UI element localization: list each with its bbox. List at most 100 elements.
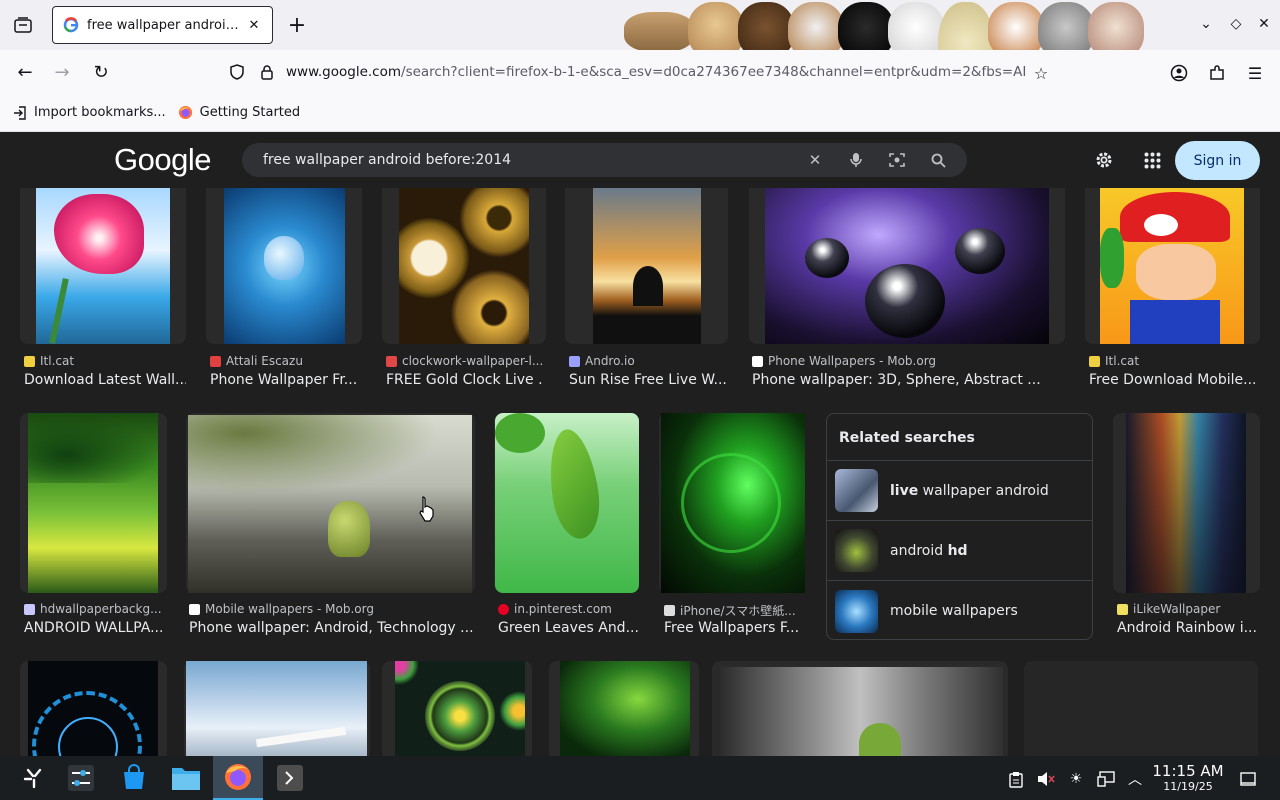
apps-grid-icon[interactable] [1140, 148, 1164, 172]
firefox-taskbar-icon[interactable] [213, 756, 263, 800]
file-manager-icon[interactable] [166, 760, 206, 796]
tab-list-icon[interactable] [8, 10, 38, 40]
app-launcher-icon[interactable] [14, 760, 54, 796]
site-favicon-icon [664, 605, 675, 616]
terminal-icon[interactable] [270, 760, 310, 796]
software-store-icon[interactable] [114, 760, 154, 796]
result-title[interactable]: Free Download Mobile... [1089, 372, 1259, 388]
site-favicon-icon [386, 355, 397, 367]
result-title[interactable]: Phone Wallpaper Fr... [210, 372, 360, 388]
result-image[interactable] [1100, 188, 1244, 344]
system-settings-icon[interactable] [61, 760, 101, 796]
forward-icon[interactable]: → [48, 58, 76, 86]
result-source[interactable]: Phone Wallpapers - Mob.org [752, 354, 1062, 368]
result-source[interactable]: Itl.cat [1089, 354, 1259, 368]
search-box[interactable]: free wallpaper android before:2014 ✕ [242, 143, 967, 177]
reload-icon[interactable]: ↻ [87, 58, 115, 86]
result-source[interactable]: Itl.cat [24, 354, 184, 368]
taskbar: ☀ ︿ 11:15 AM 11/19/25 [0, 756, 1280, 800]
search-icon[interactable] [926, 148, 950, 172]
result-image[interactable] [28, 661, 158, 756]
result-title[interactable]: Phone wallpaper: Android, Technology ... [189, 620, 479, 636]
result-title[interactable]: Android Rainbow i... [1117, 620, 1260, 636]
bookmark-star-icon[interactable]: ☆ [1028, 60, 1054, 86]
bookmark-import[interactable]: Import bookmarks... [12, 105, 166, 121]
show-desktop-icon[interactable] [1238, 769, 1258, 789]
site-favicon-icon [569, 355, 580, 367]
clock[interactable]: 11:15 AM 11/19/25 [1150, 762, 1226, 793]
chevron-up-icon[interactable]: ︿ [1125, 769, 1145, 789]
minimize-icon[interactable]: ⌄ [1196, 14, 1216, 34]
result-title[interactable]: FREE Gold Clock Live ... [386, 372, 544, 388]
result-source[interactable]: iLikeWallpaper [1117, 602, 1267, 616]
tab-strip: free wallpaper android before:2014 ✕ + ⌄… [0, 0, 1280, 92]
result-source[interactable]: hdwallpaperbackg... [24, 602, 174, 616]
result-image[interactable] [593, 188, 701, 344]
network-icon[interactable] [1096, 769, 1116, 789]
new-tab-icon[interactable]: + [284, 12, 310, 38]
result-image[interactable] [224, 188, 345, 344]
site-favicon-icon [1117, 603, 1128, 615]
maximize-icon[interactable]: ◇ [1226, 14, 1246, 34]
related-search-item[interactable]: live wallpaper android [827, 461, 1092, 521]
site-favicon-icon [1089, 355, 1100, 367]
close-window-icon[interactable]: ✕ [1254, 14, 1274, 34]
lens-camera-icon[interactable] [885, 148, 909, 172]
import-icon [12, 105, 28, 121]
search-input[interactable]: free wallpaper android before:2014 [263, 152, 803, 168]
brightness-icon[interactable]: ☀ [1066, 769, 1086, 789]
lock-icon[interactable] [256, 61, 278, 83]
clear-search-icon[interactable]: ✕ [803, 148, 827, 172]
google-logo[interactable]: Google [114, 142, 211, 178]
related-searches-header: Related searches [827, 414, 1092, 461]
microphone-icon[interactable] [844, 148, 868, 172]
volume-muted-icon[interactable] [1036, 769, 1056, 789]
result-image[interactable] [395, 661, 525, 756]
result-image[interactable] [495, 413, 639, 593]
bookmarks-toolbar: Import bookmarks... Getting Started [0, 94, 1280, 132]
result-title[interactable]: Sun Rise Free Live W... [569, 372, 727, 388]
extensions-icon[interactable] [1204, 60, 1230, 86]
firefox-icon [178, 105, 194, 121]
site-favicon-icon [24, 355, 35, 367]
clipboard-icon[interactable] [1006, 769, 1026, 789]
close-tab-icon[interactable]: ✕ [246, 17, 262, 33]
result-image[interactable] [560, 661, 690, 756]
result-image[interactable] [186, 661, 367, 756]
account-icon[interactable] [1166, 60, 1192, 86]
shield-icon[interactable] [226, 61, 248, 83]
back-icon[interactable]: ← [11, 58, 39, 86]
result-title[interactable]: Download Latest Wall... [24, 372, 186, 388]
result-title[interactable]: Green Leaves And... [498, 620, 643, 636]
menu-icon[interactable]: ☰ [1242, 60, 1268, 86]
url-bar[interactable]: www.google.com/search?client=firefox-b-1… [226, 56, 1062, 88]
url-text[interactable]: www.google.com/search?client=firefox-b-1… [286, 64, 1026, 80]
result-title[interactable]: Free Wallpapers F... [664, 620, 804, 636]
sign-in-button[interactable]: Sign in [1175, 141, 1260, 180]
active-tab[interactable]: free wallpaper android before:2014 ✕ [52, 6, 273, 44]
result-image[interactable] [717, 667, 1003, 756]
result-source[interactable]: Mobile wallpapers - Mob.org [189, 602, 479, 616]
result-title[interactable]: ANDROID WALLPA... [24, 620, 174, 636]
result-source[interactable]: clockwork-wallpaper-l... [386, 354, 544, 368]
result-source[interactable]: iPhone/スマホ壁紙... [664, 602, 804, 619]
related-search-item[interactable]: android hd [827, 521, 1092, 581]
gear-icon[interactable] [1092, 148, 1116, 172]
bookmark-getting-started[interactable]: Getting Started [178, 105, 300, 121]
result-title[interactable]: Phone wallpaper: 3D, Sphere, Abstract ..… [752, 372, 1062, 388]
google-results-page: Itl.cat Download Latest Wall... Attali E… [0, 132, 1280, 756]
tab-title: free wallpaper android before:2014 [87, 17, 246, 33]
result-source[interactable]: Attali Escazu [210, 354, 360, 368]
result-image[interactable] [765, 188, 1049, 344]
result-image[interactable] [661, 413, 805, 593]
result-image[interactable] [28, 413, 158, 593]
result-image[interactable] [36, 188, 170, 344]
result-image[interactable] [399, 188, 529, 344]
related-thumbnail [835, 589, 878, 633]
site-favicon-icon [752, 355, 763, 367]
result-image[interactable] [1126, 413, 1246, 593]
result-source[interactable]: in.pinterest.com [498, 602, 643, 616]
related-search-item[interactable]: mobile wallpapers [827, 581, 1092, 641]
result-source[interactable]: Andro.io [569, 354, 727, 368]
pointer-cursor-icon [419, 496, 434, 522]
